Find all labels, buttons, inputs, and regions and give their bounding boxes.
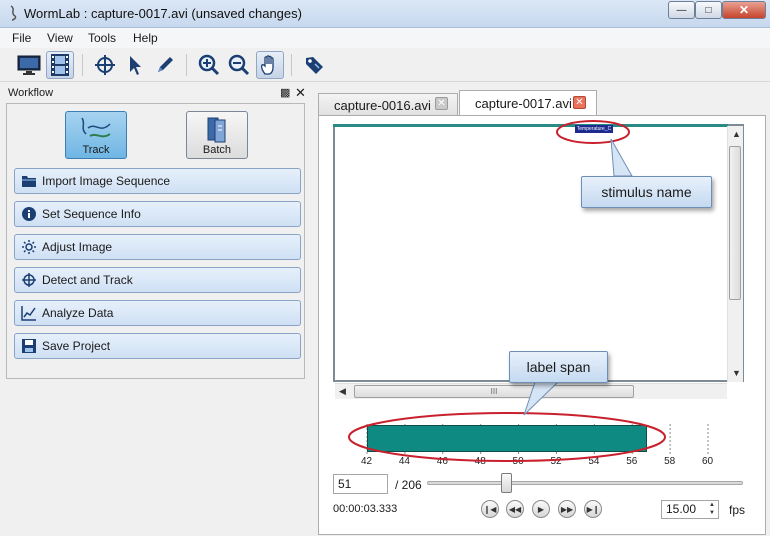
skip-to-start-icon: ❙◀ — [483, 504, 497, 514]
rewind-icon: ◀◀ — [508, 504, 522, 514]
first-frame-button[interactable]: ❙◀ — [481, 500, 499, 518]
skip-to-end-icon: ▶❙ — [586, 504, 600, 514]
frame-total: / 206 — [395, 478, 422, 492]
stimulus-callout-pointer — [610, 138, 633, 177]
frame-slider[interactable] — [427, 481, 743, 485]
span-callout-pointer — [523, 381, 560, 416]
fps-label: fps — [729, 503, 746, 517]
frame-number-input[interactable]: 51 — [333, 474, 388, 494]
frame-slider-handle[interactable] — [501, 473, 512, 493]
fast-forward-button[interactable]: ▶▶ — [558, 500, 576, 518]
span-highlight-oval — [348, 412, 666, 462]
rewind-button[interactable]: ◀◀ — [506, 500, 524, 518]
fps-spinner[interactable]: ▲ ▼ — [706, 501, 718, 518]
stimulus-name-callout: stimulus name — [581, 176, 712, 208]
last-frame-button[interactable]: ▶❙ — [584, 500, 602, 518]
fast-forward-icon: ▶▶ — [560, 504, 574, 514]
annotation-layer — [348, 120, 666, 462]
stimulus-highlight-oval — [556, 120, 630, 144]
timecode: 00:00:03.333 — [333, 503, 398, 515]
label-span-callout: label span — [509, 351, 608, 383]
play-button[interactable]: ▶ — [532, 500, 550, 518]
play-icon: ▶ — [537, 504, 545, 514]
